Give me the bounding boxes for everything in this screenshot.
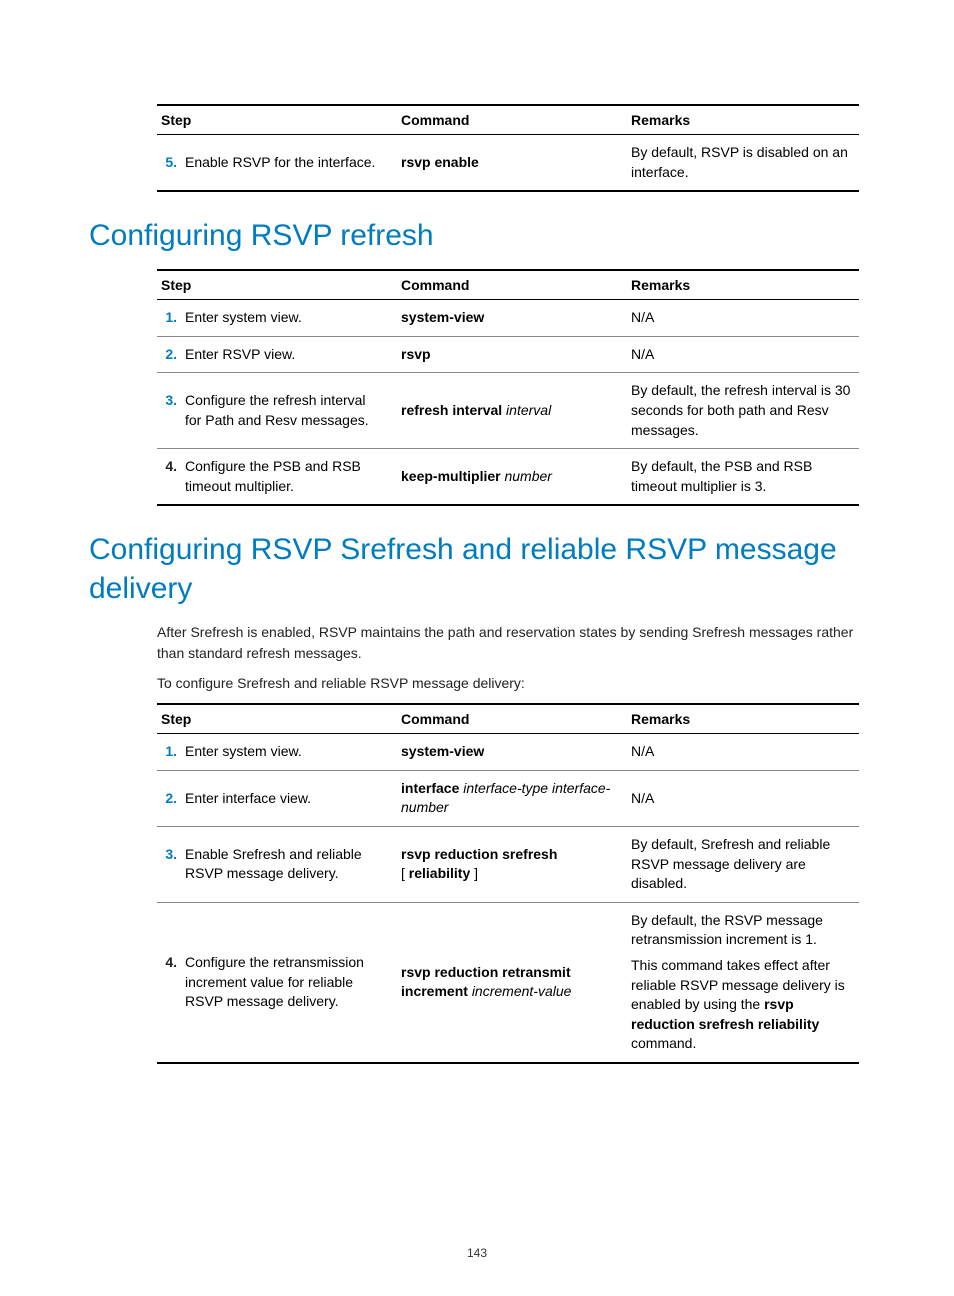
section1-content: Step Command Remarks 1.Enter system view… <box>157 269 859 506</box>
step-number: 2. <box>161 345 185 365</box>
col-command-header: Command <box>397 704 627 734</box>
step-number: 3. <box>161 845 185 865</box>
step-description: Enter system view. <box>185 742 381 762</box>
step-description: Configure the retransmission increment v… <box>185 953 381 1012</box>
table-row: 2.Enter interface view.interface interfa… <box>157 770 859 826</box>
config-table-srefresh: Step Command Remarks 1.Enter system view… <box>157 703 859 1064</box>
table-row: 3.Configure the refresh interval for Pat… <box>157 373 859 449</box>
command-cell: system-view <box>397 734 627 771</box>
command-bold: system-view <box>401 309 484 325</box>
command-cell: rsvp <box>397 336 627 373</box>
step-description: Enter system view. <box>185 308 381 328</box>
table-row: 4.Configure the PSB and RSB timeout mult… <box>157 449 859 506</box>
remarks-cell: By default, RSVP is disabled on an inter… <box>627 135 859 192</box>
step-cell: 3.Configure the refresh interval for Pat… <box>157 373 397 449</box>
col-remarks-header: Remarks <box>627 270 859 300</box>
command-bold: refresh interval <box>401 402 502 418</box>
table-row: 5.Enable RSVP for the interface.rsvp ena… <box>157 135 859 192</box>
remarks-cell: N/A <box>627 734 859 771</box>
command-italic: number <box>501 468 552 484</box>
table-top-body: 5.Enable RSVP for the interface.rsvp ena… <box>157 135 859 192</box>
command-cell: rsvp reduction srefresh[ reliability ] <box>397 827 627 903</box>
step-cell: 2.Enter interface view. <box>157 770 397 826</box>
table-row: 1.Enter system view.system-viewN/A <box>157 300 859 337</box>
table-row: 2.Enter RSVP view.rsvpN/A <box>157 336 859 373</box>
table-row: 1.Enter system view.system-viewN/A <box>157 734 859 771</box>
command-cell: rsvp enable <box>397 135 627 192</box>
step-description: Configure the PSB and RSB timeout multip… <box>185 457 381 496</box>
section2-intro1: After Srefresh is enabled, RSVP maintain… <box>157 622 859 663</box>
document-page: Step Command Remarks 5.Enable RSVP for t… <box>0 0 954 1064</box>
command-cell: interface interface-type interface-numbe… <box>397 770 627 826</box>
step-number: 2. <box>161 789 185 809</box>
config-table-refresh: Step Command Remarks 1.Enter system view… <box>157 269 859 506</box>
step-cell: 3.Enable Srefresh and reliable RSVP mess… <box>157 827 397 903</box>
section-heading-rsvp-srefresh: Configuring RSVP Srefresh and reliable R… <box>89 530 859 608</box>
step-number: 1. <box>161 742 185 762</box>
remarks-cell: By default, the PSB and RSB timeout mult… <box>627 449 859 506</box>
command-cell: refresh interval interval <box>397 373 627 449</box>
step-number: 4. <box>161 457 185 477</box>
command-cell: system-view <box>397 300 627 337</box>
table-srefresh-body: 1.Enter system view.system-viewN/A2.Ente… <box>157 734 859 1063</box>
col-remarks-header: Remarks <box>627 105 859 135</box>
table-header-row: Step Command Remarks <box>157 704 859 734</box>
step-description: Enable RSVP for the interface. <box>185 153 381 173</box>
step-number: 4. <box>161 953 185 973</box>
command-bold: keep-multiplier <box>401 468 501 484</box>
step-description: Enter RSVP view. <box>185 345 381 365</box>
section-heading-rsvp-refresh: Configuring RSVP refresh <box>89 216 859 255</box>
command-cell: rsvp reduction retransmit increment incr… <box>397 902 627 1063</box>
col-remarks-header: Remarks <box>627 704 859 734</box>
col-step-header: Step <box>157 270 397 300</box>
page-number: 143 <box>0 1246 954 1260</box>
step-description: Enable Srefresh and reliable RSVP messag… <box>185 845 381 884</box>
step-number: 5. <box>161 153 185 173</box>
config-table-top: Step Command Remarks 5.Enable RSVP for t… <box>157 104 859 192</box>
step-number: 1. <box>161 308 185 328</box>
step-description: Configure the refresh interval for Path … <box>185 391 381 430</box>
section2-content: After Srefresh is enabled, RSVP maintain… <box>157 622 859 1064</box>
remarks-cell: N/A <box>627 770 859 826</box>
step-cell: 1.Enter system view. <box>157 734 397 771</box>
col-step-header: Step <box>157 105 397 135</box>
command-italic: interval <box>502 402 551 418</box>
remarks-cell: By default, the RSVP message retransmiss… <box>627 902 859 1063</box>
remarks-cell: N/A <box>627 300 859 337</box>
step-cell: 4.Configure the PSB and RSB timeout mult… <box>157 449 397 506</box>
col-step-header: Step <box>157 704 397 734</box>
step-description: Enter interface view. <box>185 789 381 809</box>
step-cell: 1.Enter system view. <box>157 300 397 337</box>
col-command-header: Command <box>397 105 627 135</box>
table-top-wrapper: Step Command Remarks 5.Enable RSVP for t… <box>157 104 859 192</box>
table-header-row: Step Command Remarks <box>157 270 859 300</box>
remarks-cell: By default, the refresh interval is 30 s… <box>627 373 859 449</box>
table-header-row: Step Command Remarks <box>157 105 859 135</box>
section2-intro2: To configure Srefresh and reliable RSVP … <box>157 673 859 693</box>
table-refresh-body: 1.Enter system view.system-viewN/A2.Ente… <box>157 300 859 506</box>
step-number: 3. <box>161 391 185 411</box>
remarks-cell: By default, Srefresh and reliable RSVP m… <box>627 827 859 903</box>
command-bold: rsvp enable <box>401 154 479 170</box>
table-row: 3.Enable Srefresh and reliable RSVP mess… <box>157 827 859 903</box>
step-cell: 4.Configure the retransmission increment… <box>157 902 397 1063</box>
table-row: 4.Configure the retransmission increment… <box>157 902 859 1063</box>
remarks-cell: N/A <box>627 336 859 373</box>
step-cell: 2.Enter RSVP view. <box>157 336 397 373</box>
col-command-header: Command <box>397 270 627 300</box>
command-cell: keep-multiplier number <box>397 449 627 506</box>
step-cell: 5.Enable RSVP for the interface. <box>157 135 397 192</box>
command-bold: rsvp <box>401 346 431 362</box>
